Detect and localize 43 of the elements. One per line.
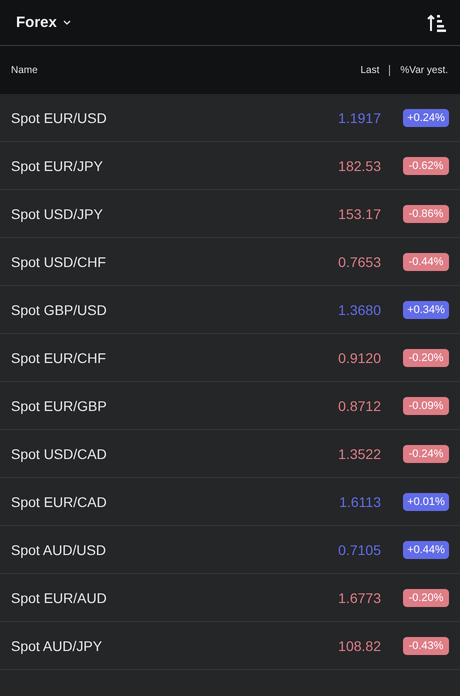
instrument-name: Spot USD/JPY [11, 206, 104, 222]
last-price: 182.53 [337, 158, 381, 174]
instrument-name: Spot EUR/CHF [11, 350, 107, 366]
change-badge: +0.01% [403, 492, 449, 510]
last-price: 153.17 [337, 206, 381, 222]
instrument-name: Spot EUR/CAD [11, 494, 108, 510]
last-price: 0.9120 [337, 350, 381, 366]
sort-button[interactable] [427, 14, 446, 32]
instrument-name: Spot USD/CHF [11, 254, 107, 270]
change-badge: -0.20% [403, 348, 449, 366]
last-price: 1.6113 [338, 494, 381, 510]
last-price: 0.7105 [337, 542, 381, 558]
instrument-name: Spot EUR/GBP [11, 398, 108, 414]
name-column-header: Name [11, 64, 39, 76]
change-badge: +0.44% [403, 540, 449, 558]
last-price: 108.82 [337, 638, 381, 654]
last-price: 1.1917 [337, 110, 381, 126]
change-badge: -0.24% [403, 444, 449, 462]
last-price: 0.8712 [337, 398, 381, 414]
last-column-header: Last [360, 64, 380, 76]
instrument-name: Spot USD/CAD [11, 446, 108, 462]
instrument-name: Spot AUD/JPY [11, 638, 104, 654]
last-price: 1.3522 [337, 446, 381, 462]
change-badge: -0.44% [403, 252, 449, 270]
change-badge: -0.43% [403, 636, 449, 654]
sort-icon [427, 14, 446, 32]
instrument-name: Spot EUR/AUD [11, 590, 108, 606]
instrument-name: Spot GBP/USD [11, 302, 108, 318]
instrument-name: Spot EUR/JPY [11, 158, 104, 174]
last-price: 1.3680 [337, 302, 381, 318]
market-dropdown[interactable]: Forex [16, 14, 71, 31]
change-badge: -0.86% [403, 204, 449, 222]
change-badge: -0.62% [403, 156, 449, 174]
instrument-name: Spot AUD/USD [11, 542, 107, 558]
change-badge: -0.09% [403, 396, 449, 414]
instrument-name: Spot EUR/USD [11, 110, 108, 126]
change-badge: +0.34% [403, 300, 449, 318]
change-column-header: %Var yest. [400, 64, 448, 76]
change-badge: -0.20% [403, 588, 449, 606]
change-badge: +0.24% [403, 108, 449, 126]
last-price: 1.6773 [337, 590, 381, 606]
last-price: 0.7653 [337, 254, 381, 270]
chevron-down-icon [62, 20, 71, 25]
